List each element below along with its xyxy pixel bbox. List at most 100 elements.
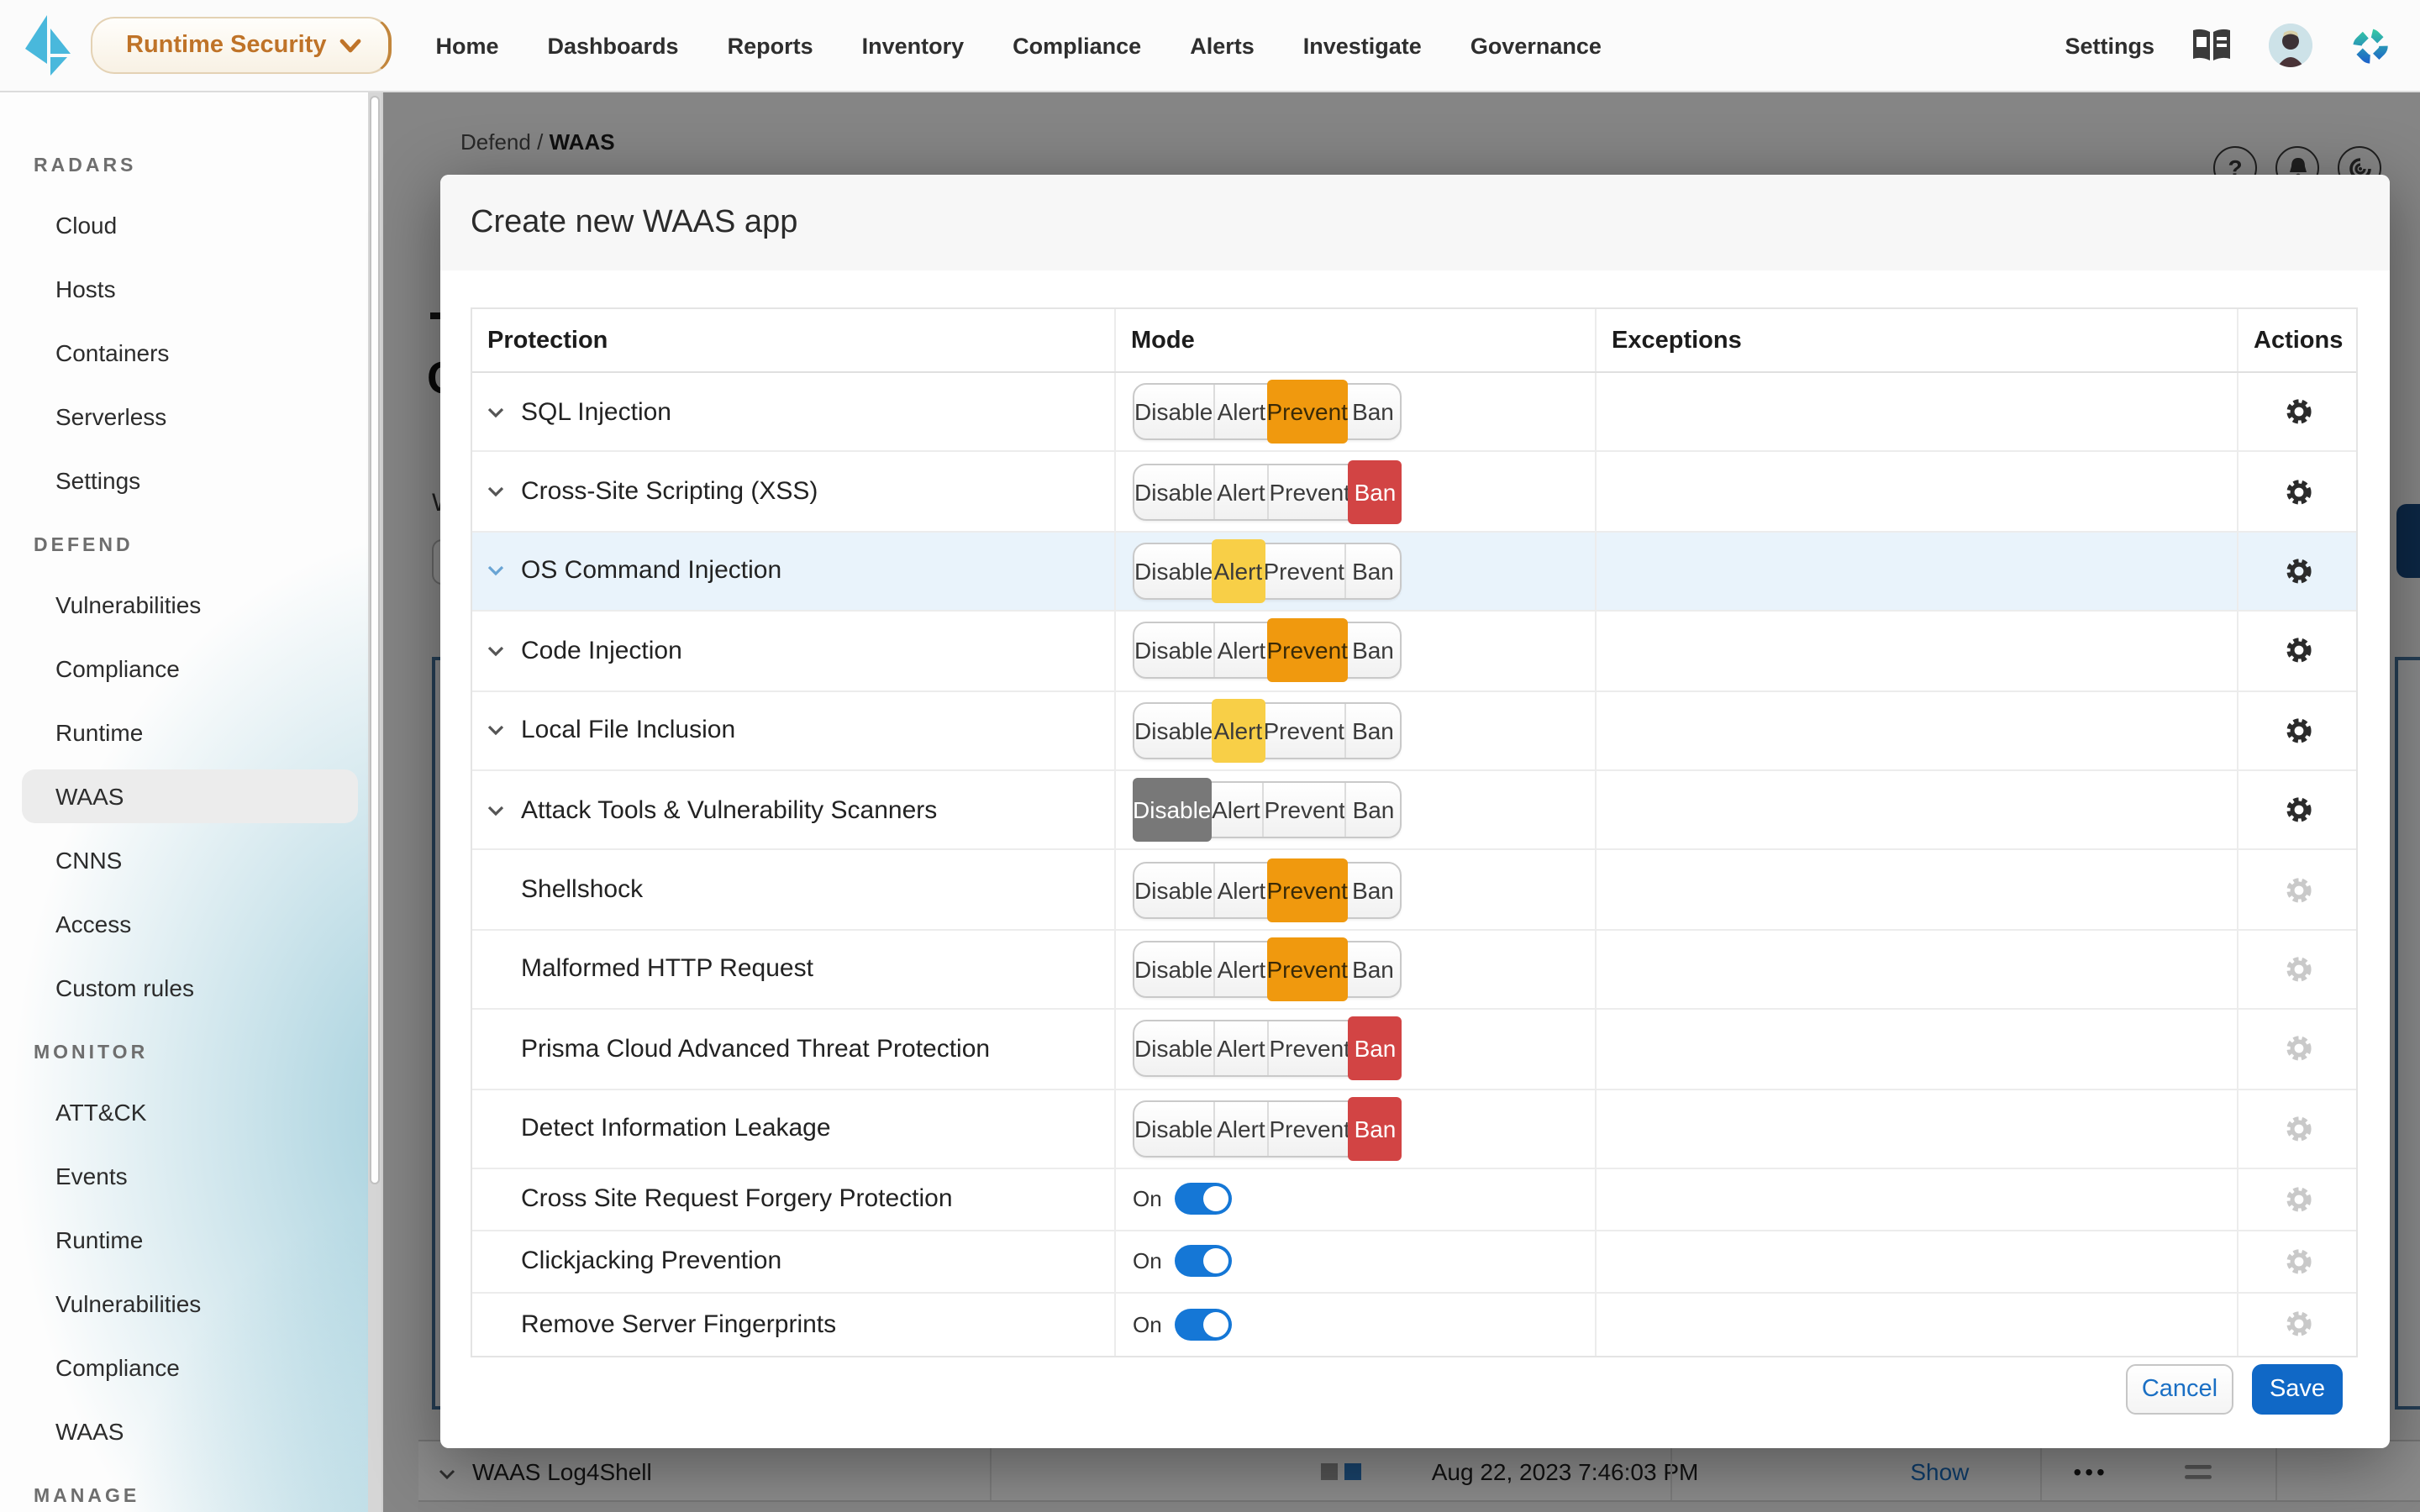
- nav-item-governance[interactable]: Governance: [1470, 33, 1602, 58]
- exceptions-cell: [1595, 612, 2237, 690]
- sidebar-item-vulnerabilities[interactable]: Vulnerabilities: [0, 573, 381, 637]
- mode-option-ban-selected[interactable]: Ban: [1349, 459, 1402, 523]
- toggle-switch-on[interactable]: [1176, 1184, 1233, 1215]
- nav-item-home[interactable]: Home: [436, 33, 499, 58]
- sidebar-item-containers[interactable]: Containers: [0, 321, 381, 385]
- mode-option-alert[interactable]: Alert: [1213, 1022, 1267, 1076]
- nav-item-reports[interactable]: Reports: [728, 33, 813, 58]
- sidebar-item-access[interactable]: Access: [0, 892, 381, 956]
- mode-option-alert[interactable]: Alert: [1213, 942, 1268, 996]
- mode-option-prevent[interactable]: Prevent: [1263, 704, 1344, 758]
- protection-label: Prisma Cloud Advanced Threat Protection: [521, 1035, 990, 1063]
- mode-option-alert[interactable]: Alert: [1213, 624, 1268, 678]
- row-settings-gear-icon[interactable]: [2277, 549, 2321, 593]
- sidebar-scrollbar-thumb[interactable]: [370, 96, 380, 1184]
- docs-book-icon[interactable]: [2190, 27, 2233, 64]
- expand-chevron-icon[interactable]: [487, 406, 518, 417]
- protection-label: Detect Information Leakage: [521, 1114, 831, 1142]
- toggle-state-label: On: [1133, 1249, 1162, 1274]
- row-settings-gear-icon[interactable]: [2277, 788, 2321, 832]
- protection-row-code-injection: Code Injection DisableAlertPreventBan: [472, 612, 2356, 691]
- sidebar-scrollbar[interactable]: [368, 92, 381, 1512]
- sidebar-item-settings[interactable]: Settings: [0, 449, 381, 512]
- mode-option-disable[interactable]: Disable: [1134, 544, 1213, 598]
- nav-item-dashboards[interactable]: Dashboards: [548, 33, 679, 58]
- nav-item-alerts[interactable]: Alerts: [1190, 33, 1255, 58]
- user-avatar[interactable]: [2269, 24, 2312, 67]
- mode-option-disable-selected[interactable]: Disable: [1133, 778, 1211, 842]
- nav-item-investigate[interactable]: Investigate: [1303, 33, 1422, 58]
- nav-item-inventory[interactable]: Inventory: [862, 33, 965, 58]
- sidebar-item-waas[interactable]: WAAS: [0, 764, 381, 828]
- mode-option-ban[interactable]: Ban: [1344, 704, 1400, 758]
- row-settings-gear-icon[interactable]: [2277, 629, 2321, 673]
- sidebar-item-cnns[interactable]: CNNS: [0, 828, 381, 892]
- toggle-switch-on[interactable]: [1176, 1246, 1233, 1278]
- row-settings-gear-icon[interactable]: [2277, 470, 2321, 513]
- mode-option-ban-selected[interactable]: Ban: [1349, 1017, 1402, 1081]
- expand-chevron-icon[interactable]: [487, 565, 518, 577]
- mode-option-prevent[interactable]: Prevent: [1267, 1101, 1350, 1155]
- mode-option-ban[interactable]: Ban: [1346, 624, 1400, 678]
- mode-option-disable[interactable]: Disable: [1134, 465, 1213, 518]
- row-settings-gear-icon[interactable]: [2277, 390, 2321, 433]
- mode-option-alert[interactable]: Alert: [1213, 1101, 1267, 1155]
- mode-option-disable[interactable]: Disable: [1134, 624, 1213, 678]
- mode-option-prevent-selected[interactable]: Prevent: [1266, 619, 1348, 683]
- sidebar-item-compliance[interactable]: Compliance: [0, 637, 381, 701]
- settings-link[interactable]: Settings: [2065, 33, 2154, 58]
- protection-label: Malformed HTTP Request: [521, 955, 813, 984]
- mode-option-disable[interactable]: Disable: [1134, 704, 1213, 758]
- mode-option-ban[interactable]: Ban: [1346, 942, 1400, 996]
- sidebar-item-runtime[interactable]: Runtime: [0, 701, 381, 764]
- protection-label: Code Injection: [521, 637, 682, 665]
- mode-option-prevent[interactable]: Prevent: [1263, 544, 1344, 598]
- expand-chevron-icon[interactable]: [487, 486, 518, 497]
- mode-option-ban[interactable]: Ban: [1346, 863, 1400, 916]
- prisma-cloud-icon[interactable]: [2348, 23, 2393, 68]
- sidebar-item-custom-rules[interactable]: Custom rules: [0, 956, 381, 1020]
- sidebar-item-cloud[interactable]: Cloud: [0, 193, 381, 257]
- mode-option-disable[interactable]: Disable: [1134, 385, 1213, 438]
- sidebar-item-waas[interactable]: WAAS: [0, 1399, 381, 1463]
- cancel-button[interactable]: Cancel: [2126, 1364, 2233, 1415]
- exceptions-cell: [1595, 373, 2237, 451]
- mode-option-ban[interactable]: Ban: [1344, 544, 1400, 598]
- sidebar-item-runtime[interactable]: Runtime: [0, 1208, 381, 1272]
- mode-option-prevent-selected[interactable]: Prevent: [1266, 937, 1348, 1001]
- mode-option-alert[interactable]: Alert: [1213, 465, 1267, 518]
- mode-option-alert[interactable]: Alert: [1213, 863, 1268, 916]
- protection-label: Cross Site Request Forgery Protection: [521, 1185, 953, 1214]
- expand-chevron-icon[interactable]: [487, 804, 518, 816]
- mode-option-alert[interactable]: Alert: [1213, 385, 1268, 438]
- row-settings-gear-icon[interactable]: [2277, 709, 2321, 753]
- mode-option-alert-selected[interactable]: Alert: [1211, 539, 1265, 603]
- sidebar-item-compliance[interactable]: Compliance: [0, 1336, 381, 1399]
- mode-option-disable[interactable]: Disable: [1134, 1101, 1213, 1155]
- mode-option-alert[interactable]: Alert: [1209, 783, 1262, 837]
- save-button[interactable]: Save: [2252, 1364, 2343, 1415]
- toggle-switch-on[interactable]: [1176, 1309, 1233, 1341]
- mode-option-prevent-selected[interactable]: Prevent: [1266, 858, 1348, 921]
- mode-option-disable[interactable]: Disable: [1134, 942, 1213, 996]
- nav-item-compliance[interactable]: Compliance: [1013, 33, 1141, 58]
- sidebar-item-events[interactable]: Events: [0, 1144, 381, 1208]
- mode-option-prevent[interactable]: Prevent: [1267, 1022, 1350, 1076]
- sidebar-item-hosts[interactable]: Hosts: [0, 257, 381, 321]
- sidebar-item-att-ck[interactable]: ATT&CK: [0, 1080, 381, 1144]
- mode-option-disable[interactable]: Disable: [1134, 863, 1213, 916]
- mode-option-alert-selected[interactable]: Alert: [1211, 699, 1265, 763]
- mode-option-ban[interactable]: Ban: [1345, 783, 1400, 837]
- protection-row-shellshock: ShellshockDisableAlertPreventBan: [472, 851, 2356, 931]
- expand-chevron-icon[interactable]: [487, 645, 518, 657]
- mode-option-prevent-selected[interactable]: Prevent: [1266, 380, 1348, 444]
- mode-option-ban[interactable]: Ban: [1346, 385, 1400, 438]
- mode-option-ban-selected[interactable]: Ban: [1349, 1096, 1402, 1160]
- mode-option-prevent[interactable]: Prevent: [1267, 465, 1350, 518]
- sidebar-item-vulnerabilities[interactable]: Vulnerabilities: [0, 1272, 381, 1336]
- mode-option-disable[interactable]: Disable: [1134, 1022, 1213, 1076]
- sidebar-item-serverless[interactable]: Serverless: [0, 385, 381, 449]
- mode-option-prevent[interactable]: Prevent: [1262, 783, 1345, 837]
- runtime-security-switcher[interactable]: Runtime Security: [91, 17, 392, 74]
- expand-chevron-icon[interactable]: [487, 725, 518, 737]
